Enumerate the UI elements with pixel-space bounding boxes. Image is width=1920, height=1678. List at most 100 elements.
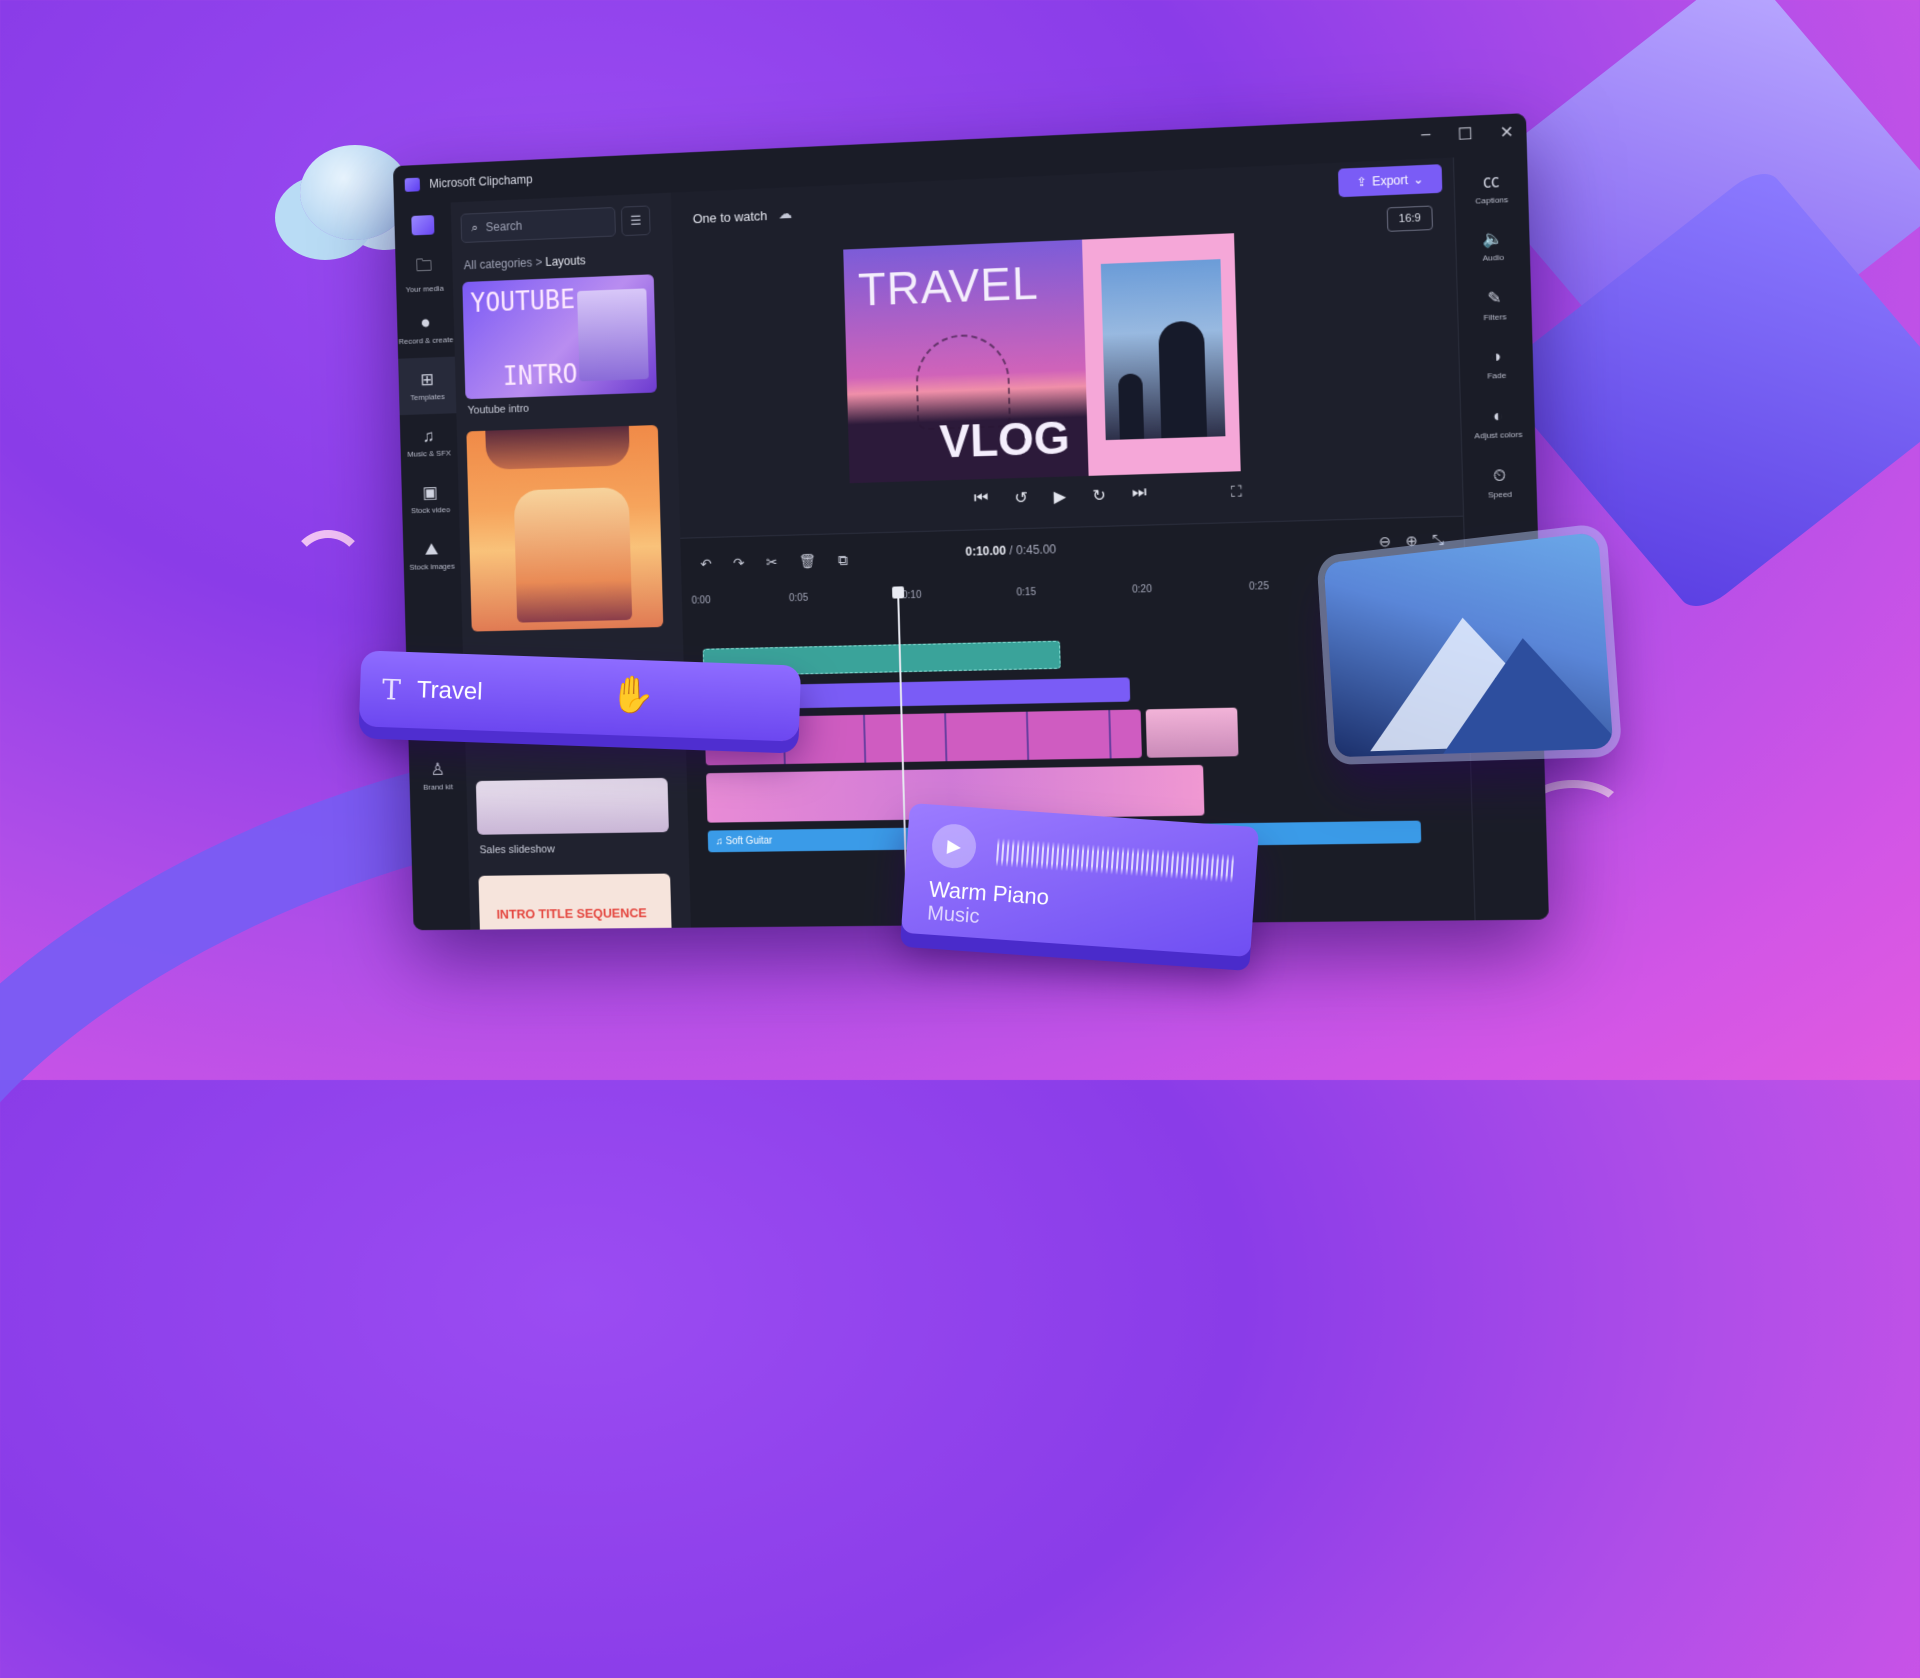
rail-item-templates[interactable]: ⊞ Templates: [398, 356, 457, 416]
speed-icon: ⏲: [1492, 466, 1507, 485]
template-thumbnail-person: [577, 288, 649, 382]
export-label: Export: [1371, 172, 1409, 189]
rail-item-adjust-colors[interactable]: ◐ Adjust colors: [1461, 392, 1536, 454]
aspect-ratio-button[interactable]: 16:9: [1386, 205, 1434, 232]
template-text: INTRO TITLE SEQUENCE: [496, 905, 647, 922]
template-travel-giraffe[interactable]: [466, 424, 664, 632]
zoom-controls: ⊖ ⊕ ⤡: [1379, 532, 1445, 551]
chevron-down-icon: ⌄: [1413, 172, 1424, 187]
forward-icon[interactable]: ↻: [1092, 485, 1106, 506]
search-icon: ⌕: [471, 219, 479, 235]
preview-silhouette: [1118, 373, 1145, 440]
music-icon: ♫: [422, 426, 435, 446]
delete-icon[interactable]: 🗑: [799, 553, 817, 570]
rail-item-speed[interactable]: ⏲ Speed: [1462, 452, 1537, 514]
film-icon: ▣: [422, 483, 438, 503]
filters-icon: ✎: [1487, 289, 1502, 308]
cloud-sync-icon: ☁: [778, 205, 793, 222]
play-icon[interactable]: ▶: [1054, 487, 1067, 507]
rail-item-label: Adjust colors: [1474, 429, 1523, 440]
rail-item-label: Templates: [410, 392, 445, 403]
rail-item-label: Stock images: [409, 561, 455, 572]
zoom-in-icon[interactable]: ⊕: [1405, 532, 1418, 550]
ruler-mark: 0:25: [1248, 581, 1270, 593]
clipchamp-logo-icon: [404, 177, 421, 192]
export-button[interactable]: ⇪ Export ⌄: [1337, 164, 1443, 198]
rail-item-stock-images[interactable]: ⛰ Stock images: [403, 526, 461, 584]
editor-main: One to watch ☁ ⇪ Export ⌄ 16:9 TRAVEL VL…: [670, 157, 1476, 928]
image-icon: ⛰: [424, 539, 439, 559]
rail-item-audio[interactable]: 🔈 Audio: [1456, 214, 1531, 276]
rail-item-stock-video[interactable]: ▣ Stock video: [401, 470, 459, 528]
zoom-fit-icon[interactable]: ⤡: [1432, 532, 1444, 550]
template-intro-title-sequence[interactable]: INTRO TITLE SEQUENCE: [478, 873, 673, 931]
breadcrumb-current: Layouts: [545, 253, 586, 269]
duplicate-icon[interactable]: ⧉: [838, 552, 848, 569]
filter-button[interactable]: ☰: [620, 205, 651, 237]
audio-track-label: Soft Guitar: [725, 835, 773, 847]
maximize-icon[interactable]: ☐: [1457, 124, 1473, 145]
squiggle-decoration: [290, 530, 366, 606]
brand-kit-icon: ♙: [430, 760, 446, 779]
play-icon: ▶: [930, 822, 978, 870]
video-preview[interactable]: TRAVEL VLOG: [843, 233, 1241, 484]
rail-item-filters[interactable]: ✎ Filters: [1457, 273, 1532, 335]
templates-icon: ⊞: [420, 370, 435, 390]
minimize-icon[interactable]: –: [1421, 126, 1431, 147]
rail-item-music-sfx[interactable]: ♫ Music & SFX: [400, 413, 458, 471]
rail-item-label: Brand kit: [423, 782, 454, 792]
template-thumbnail: [485, 425, 630, 470]
rail-item-label: Audio: [1482, 252, 1505, 263]
rail-item-fade[interactable]: ◑ Fade: [1459, 333, 1534, 395]
video-track-clip[interactable]: [1145, 707, 1239, 758]
ruler-mark: 0:05: [788, 592, 809, 605]
rail-item-captions[interactable]: ㏄ Captions: [1454, 154, 1529, 217]
preview-title-top: TRAVEL: [857, 256, 1040, 316]
breadcrumb-root[interactable]: All categories: [464, 256, 533, 273]
rail-item-label: Fade: [1487, 370, 1507, 381]
close-icon[interactable]: ✕: [1500, 122, 1515, 143]
audio-icon: 🔈: [1482, 229, 1504, 248]
current-time: 0:10.00: [965, 543, 1007, 559]
fullscreen-icon[interactable]: ⛶: [1231, 483, 1242, 501]
clipchamp-home-icon[interactable]: [411, 214, 435, 236]
text-card-label: Travel: [416, 676, 484, 706]
floating-mountain-photo: [1323, 531, 1614, 758]
search-input[interactable]: ⌕ Search: [460, 206, 616, 244]
music-card-subtitle: Music: [926, 902, 981, 929]
filter-icon: ☰: [629, 212, 642, 228]
ruler-mark: 0:00: [691, 595, 711, 607]
template-youtube-intro[interactable]: YOUTUBE INTRO: [462, 274, 657, 400]
rail-item-label: Record & create: [398, 335, 454, 347]
music-note-icon: ♫: [715, 835, 726, 847]
project-name[interactable]: One to watch: [693, 208, 768, 226]
zoom-out-icon[interactable]: ⊖: [1379, 533, 1392, 551]
app-title: Microsoft Clipchamp: [429, 172, 533, 191]
skip-back-icon[interactable]: ⏮: [974, 489, 989, 509]
split-icon[interactable]: ✂: [766, 554, 778, 571]
template-label: Sales slideshow: [479, 843, 555, 857]
timecode: 0:10.00 / 0:45.00: [965, 542, 1056, 558]
fade-icon: ◑: [1490, 347, 1502, 366]
rail-item-label: Filters: [1483, 311, 1507, 322]
captions-icon: ㏄: [1482, 172, 1500, 191]
rail-item-label: Music & SFX: [407, 448, 452, 459]
undo-icon[interactable]: ↶: [700, 556, 712, 573]
template-sales-slideshow[interactable]: [475, 777, 669, 835]
playback-controls: ⏮ ↺ ▶ ↻ ⏭: [974, 484, 1147, 509]
grab-hand-icon: ✋: [609, 673, 656, 716]
text-icon: T: [381, 672, 402, 707]
ruler-mark: 0:15: [1016, 586, 1037, 599]
template-text: YOUTUBE: [470, 285, 576, 319]
rewind-icon[interactable]: ↺: [1014, 488, 1028, 508]
waveform: [995, 834, 1238, 887]
rail-item-record-create[interactable]: ⏺ Record & create: [397, 300, 455, 359]
total-time: 0:45.00: [1015, 542, 1057, 558]
redo-icon[interactable]: ↷: [733, 555, 745, 572]
preview-silhouette: [1158, 320, 1208, 439]
rail-item-label: Captions: [1475, 194, 1509, 206]
rail-item-your-media[interactable]: 🗀 Your media: [395, 243, 453, 302]
skip-forward-icon[interactable]: ⏭: [1132, 484, 1147, 505]
rail-item-brand-kit[interactable]: ♙ Brand kit: [409, 747, 467, 805]
rail-item-label: Your media: [405, 283, 444, 294]
